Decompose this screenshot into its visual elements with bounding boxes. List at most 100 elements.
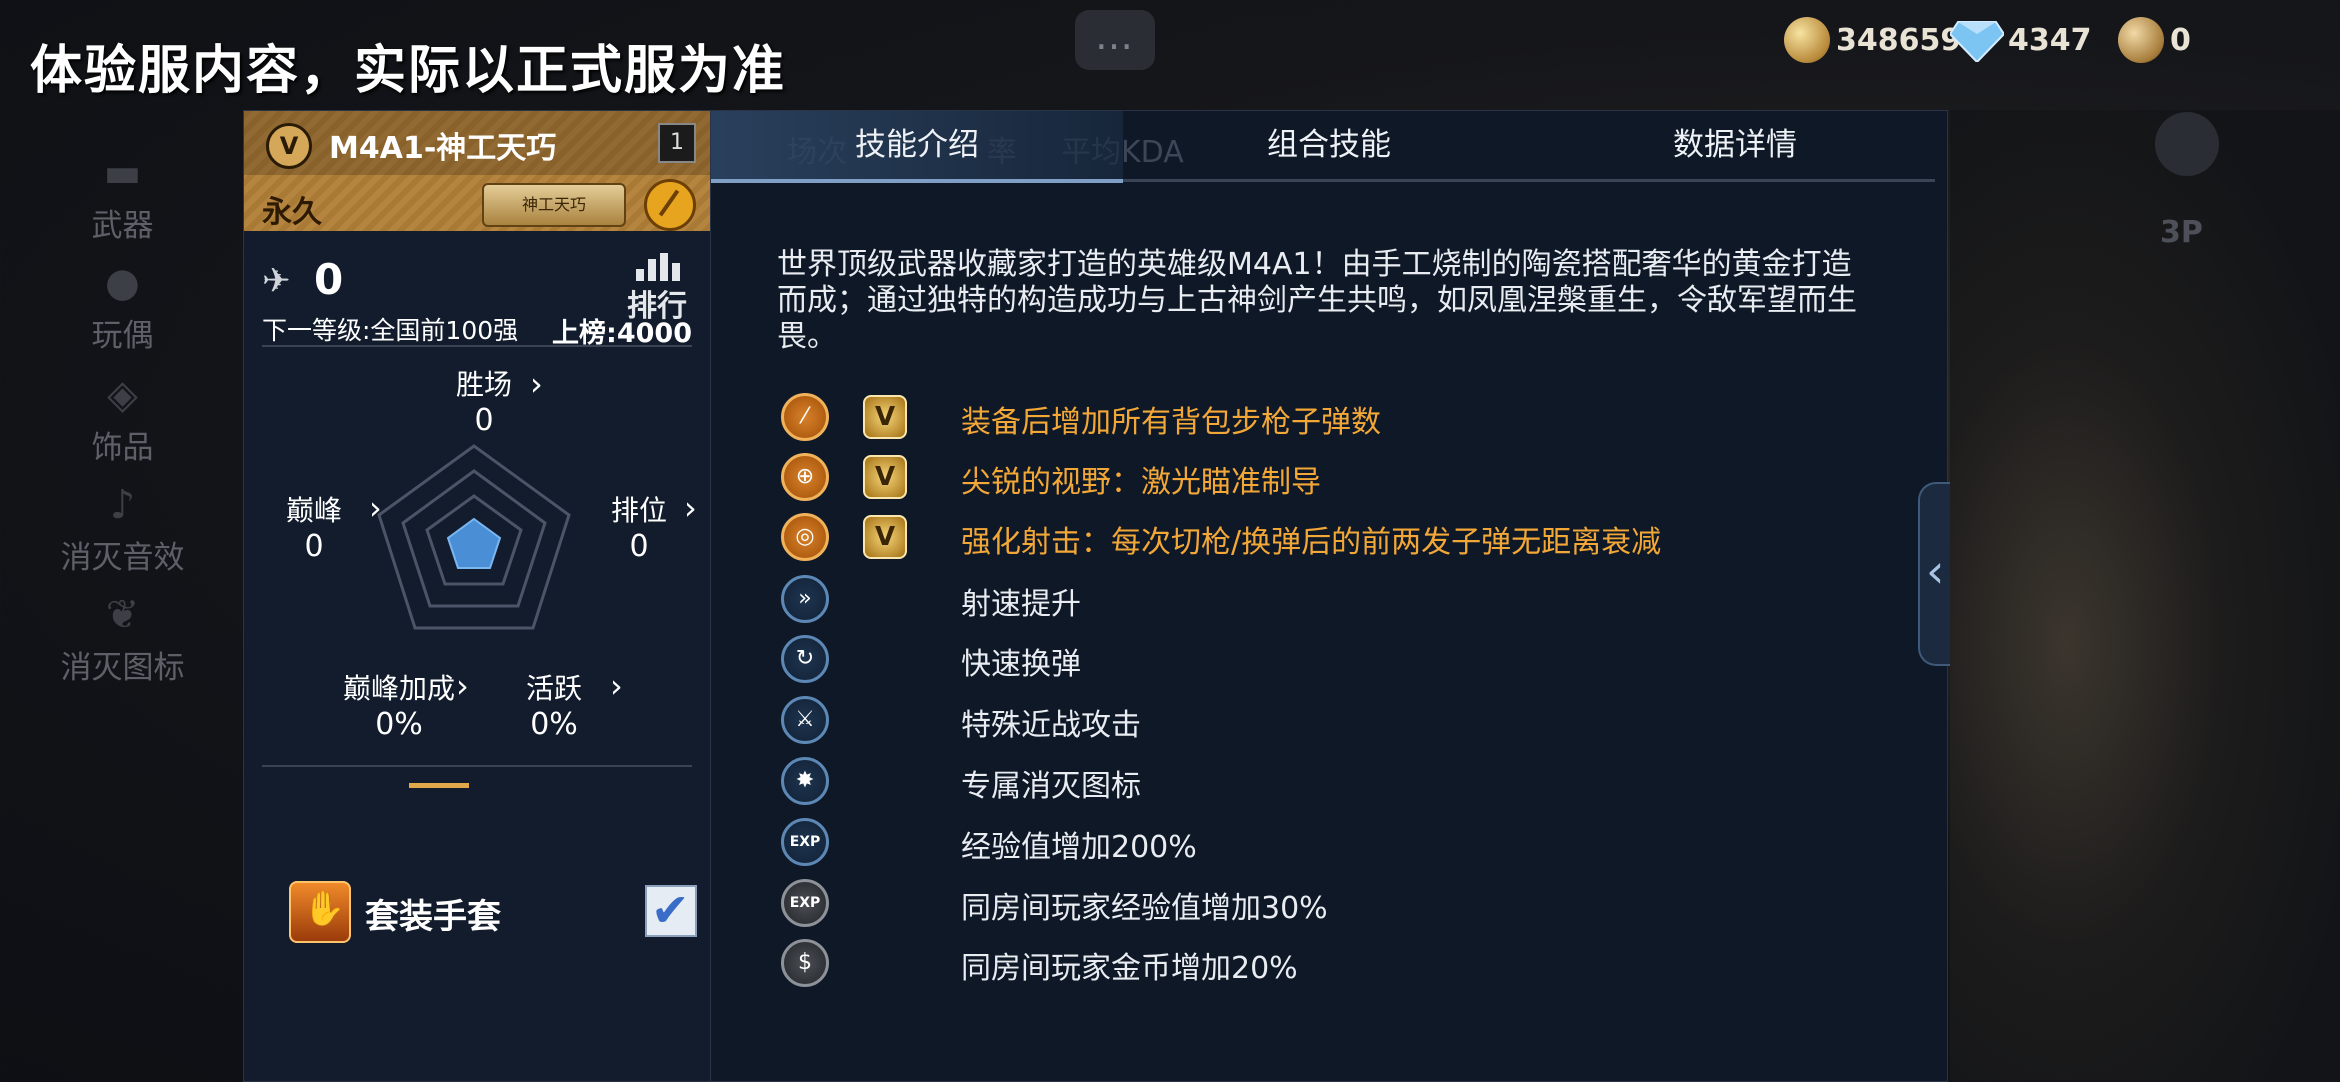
nav-item-weapons[interactable]: ▬ 武器 [0, 150, 245, 245]
skill-text: 专属消灭图标 [961, 769, 1141, 804]
skill-text: 同房间玩家经验值增加30% [961, 891, 1328, 926]
category-nav: ▬ 武器 ● 玩偶 ◈ 饰品 ♪ 消灭音效 ❦ 消灭图标 [0, 110, 245, 1080]
active-label: 活跃 [525, 672, 582, 705]
nav-item-kill-sound[interactable]: ♪ 消灭音效 [0, 482, 245, 577]
skill-text: 快速换弹 [961, 647, 1081, 682]
skill-row: ↻ 快速换弹 [781, 635, 1881, 685]
diamond-value: 4347 [2008, 22, 2092, 58]
vip-badge-icon: V [266, 123, 312, 169]
nav-item-label: 武器 [91, 208, 154, 244]
fire-rate-icon: » [781, 575, 829, 623]
ammo-icon: ⁄ [781, 393, 829, 441]
vip-badge-icon: V [863, 455, 907, 499]
chevron-right-icon[interactable]: › [369, 489, 382, 527]
skill-panel: 场次 率 平均KDA 技能介绍 组合技能 数据详情 世界顶级武器收藏家打造的英雄… [710, 110, 1948, 1082]
collapse-panel-button[interactable] [1918, 482, 1950, 666]
rifle-icon: ▬ [103, 150, 142, 196]
reload-icon: ↻ [781, 635, 829, 683]
skill-row: » 射速提升 [781, 575, 1881, 625]
wins-stat[interactable]: 胜场 0 [439, 363, 529, 438]
tab-details[interactable]: 数据详情 [1535, 111, 1935, 179]
skill-text: 经验值增加200% [961, 830, 1197, 865]
nav-item-label: 饰品 [91, 430, 154, 466]
peak-label: 巅峰 [285, 494, 342, 527]
view-3p-button[interactable]: 3P [2160, 215, 2203, 250]
chevron-right-icon[interactable]: › [684, 489, 697, 527]
ranked-label: 排位 [610, 494, 667, 527]
peak-value: 0 [304, 529, 324, 564]
skill-row: ⊕ V 尖锐的视野：激光瞄准制导 [781, 453, 1881, 503]
gold-value: 348659 [1836, 22, 1962, 58]
skill-row: $ 同房间玩家金币增加20% [781, 939, 1881, 989]
weapon-header: V M4A1-神工天巧 1 永久 神工天巧 [244, 111, 710, 231]
wins-label: 胜场 [455, 368, 512, 401]
weapon-description: 世界顶级武器收藏家打造的英雄级M4A1！由手工烧制的陶瓷搭配奢华的黄金打造而成；… [777, 247, 1857, 354]
vip-badge-icon: V [863, 515, 907, 559]
peak-bonus-value: 0% [375, 707, 423, 742]
kill-icon-icon: ✸ [781, 757, 829, 805]
skill-row: ◎ V 强化射击：每次切枪/换弹后的前两发子弹无距离衰减 [781, 513, 1881, 563]
gold-coin-icon [1784, 17, 1830, 63]
diamond-icon [1950, 21, 2004, 62]
leaderboard-label: 排行 [627, 289, 687, 324]
skill-text: 同房间玩家金币增加20% [961, 951, 1298, 986]
next-level-text: 下一等级:全国前100强 [262, 316, 519, 345]
gun-rank-icon: ✈ [262, 261, 291, 301]
divider [262, 765, 692, 767]
skill-text: 射速提升 [961, 587, 1081, 622]
rank-section: ✈ 0 下一等级:全国前100强 上榜:4000 排行 [262, 253, 692, 353]
active-stat[interactable]: 活跃 0% [514, 667, 594, 742]
gloves-option[interactable]: 套装手套 [289, 881, 697, 943]
token-value: 0 [2170, 22, 2191, 58]
rank-value: 0 [314, 255, 344, 304]
gold-currency[interactable]: 348659 [1784, 14, 1961, 66]
tab-bar: 场次 率 平均KDA 技能介绍 组合技能 数据详情 [711, 111, 1935, 183]
scope-icon: ◎ [781, 513, 829, 561]
gloves-checkbox[interactable] [645, 883, 697, 937]
active-value: 0% [530, 707, 578, 742]
nav-item-label: 消灭图标 [60, 650, 185, 686]
crosshair-icon: ⊕ [781, 453, 829, 501]
skill-row: EXP 经验值增加200% [781, 818, 1881, 868]
page-indicator [409, 783, 469, 788]
notice-banner: 体验服内容，实际以正式服为准 [30, 41, 787, 101]
weapon-tag: 神工天巧 [482, 183, 626, 227]
skill-text: 尖锐的视野：激光瞄准制导 [961, 465, 1321, 500]
nav-item-accessories[interactable]: ◈ 饰品 [0, 372, 245, 467]
nav-item-label: 消灭音效 [60, 540, 185, 576]
ranked-stat[interactable]: 排位 0 [599, 489, 679, 564]
weapon-switch-icon[interactable] [644, 179, 696, 231]
wings-icon: ❦ [105, 592, 140, 638]
sound-icon: ♪ [109, 482, 136, 528]
nav-item-dolls[interactable]: ● 玩偶 [0, 260, 245, 355]
gamepad-icon[interactable] [2155, 112, 2219, 176]
chevron-right-icon[interactable]: › [610, 667, 623, 705]
accessory-icon: ◈ [107, 372, 138, 418]
skill-text: 特殊近战攻击 [961, 708, 1141, 743]
skill-text: 装备后增加所有背包步枪子弹数 [961, 405, 1381, 440]
ranked-value: 0 [629, 529, 649, 564]
nav-item-kill-icon[interactable]: ❦ 消灭图标 [0, 592, 245, 687]
tab-combo[interactable]: 组合技能 [1123, 111, 1535, 179]
tab-skills[interactable]: 技能介绍 [711, 111, 1123, 183]
peak-bonus-stat[interactable]: 巅峰加成 0% [339, 667, 459, 742]
chevron-right-icon[interactable]: › [530, 365, 543, 403]
radar-chart [377, 444, 571, 630]
skill-row: EXP 同房间玩家经验值增加30% [781, 879, 1881, 929]
room-gold-icon: $ [781, 939, 829, 987]
peak-bonus-label: 巅峰加成 [342, 672, 455, 705]
chevron-right-icon[interactable]: › [456, 667, 469, 705]
leaderboard-button[interactable]: 排行 [622, 253, 692, 325]
gloves-icon [289, 881, 351, 943]
skill-row: ⚔ 特殊近战攻击 [781, 696, 1881, 746]
peak-stat[interactable]: 巅峰 0 [274, 489, 354, 564]
chat-icon[interactable] [1075, 10, 1155, 70]
token-coin-icon [2118, 17, 2164, 63]
divider [262, 345, 692, 347]
vip-badge-icon: V [863, 395, 907, 439]
diamond-currency[interactable]: 4347 [1950, 14, 2092, 66]
room-exp-icon: EXP [781, 879, 829, 927]
skill-row: ⁄ V 装备后增加所有背包步枪子弹数 [781, 393, 1881, 443]
token-currency[interactable]: 0 [2118, 14, 2191, 66]
nav-item-label: 玩偶 [91, 318, 154, 354]
